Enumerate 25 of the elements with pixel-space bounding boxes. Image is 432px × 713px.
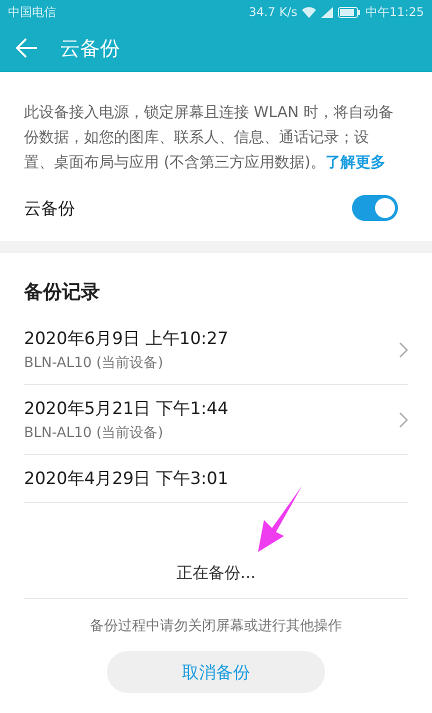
toggle-label: 云备份 (24, 198, 75, 220)
description-text: 此设备接入电源，锁定屏幕且连接 WLAN 时，将自动备份数据，如您的图库、联系人、信息、通话记录；设置、桌面布局与应用 (不含第三方应用数据)。了解更多 (23, 102, 395, 173)
wifi-icon (302, 6, 316, 18)
chevron-right-icon (399, 412, 408, 428)
record-date: 2020年6月9日 上午10:27 (24, 328, 228, 350)
backup-record[interactable]: 2020年4月29日 下午3:01 (24, 455, 408, 503)
backup-record[interactable]: 2020年5月21日 下午1:44 BLN-AL10 (当前设备) (24, 385, 408, 455)
battery-icon (338, 6, 360, 18)
back-arrow-icon[interactable] (16, 38, 38, 58)
backup-hint: 备份过程中请勿关闭屏幕或进行其他操作 (90, 617, 342, 636)
record-device: BLN-AL10 (当前设备) (24, 424, 164, 442)
clock-text: 中午11:25 (365, 4, 424, 20)
backup-switch[interactable] (352, 195, 398, 221)
backup-record[interactable]: 2020年6月9日 上午10:27 BLN-AL10 (当前设备) (24, 315, 408, 385)
network-speed: 34.7 K/s (248, 5, 298, 19)
record-device: BLN-AL10 (当前设备) (24, 354, 164, 372)
record-date: 2020年4月29日 下午3:01 (24, 468, 228, 490)
page-title: 云备份 (60, 34, 120, 62)
carrier-text: 中国电信 (8, 4, 56, 20)
arrow-icon (258, 486, 304, 552)
section-title: 备份记录 (22, 280, 101, 305)
signal-icon (321, 6, 334, 18)
chevron-right-icon (399, 342, 408, 358)
record-date: 2020年5月21日 下午1:44 (24, 398, 228, 420)
backup-status: 正在备份... (176, 562, 256, 584)
